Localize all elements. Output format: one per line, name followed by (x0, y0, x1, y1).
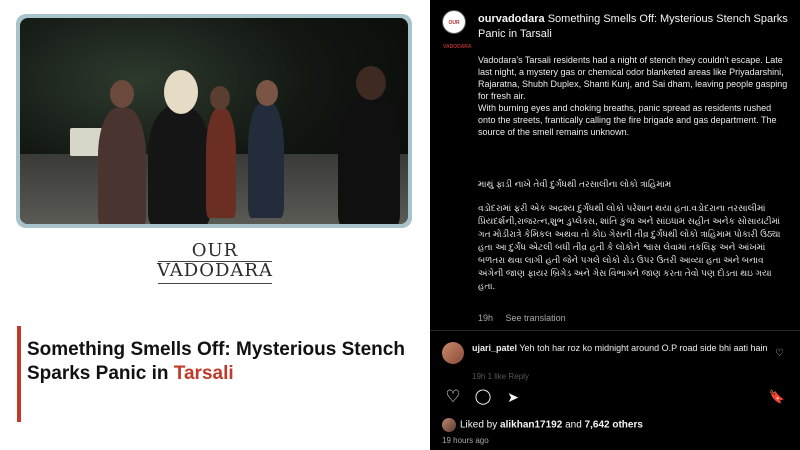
comment-text: ujari_patel Yeh toh har roz ko midnight … (472, 342, 772, 355)
caption-body: Vadodara's Tarsali residents had a night… (478, 54, 788, 138)
photo-frame (16, 14, 412, 228)
gujarati-body: વડોદરામાં ફરી એક અદ્રશ્ય દુર્ગંધથી લોકો … (478, 203, 781, 291)
person-2 (148, 106, 210, 224)
post-timestamp: 19 hours ago (442, 436, 489, 445)
bookmark-icon[interactable]: 🔖 (766, 386, 788, 408)
logo-line2: VADODARA (157, 260, 273, 281)
headline-accent-bar (17, 326, 21, 422)
comment-icon[interactable]: ◯ (472, 386, 494, 408)
liker-avatar[interactable] (442, 418, 456, 432)
see-translation-link[interactable]: See translation (506, 313, 566, 323)
likes-summary: Liked by alikhan17192 and 7,642 others (442, 418, 643, 432)
logo-line1: OUR (191, 240, 239, 261)
liker-username[interactable]: alikhan17192 (500, 420, 562, 431)
like-icon[interactable]: ♡ (442, 386, 464, 408)
person-1-head (110, 80, 134, 108)
instagram-post-panel: OUR VADODARA ourvadodara Something Smell… (430, 0, 800, 450)
news-photo[interactable] (20, 18, 408, 224)
person-1 (98, 108, 146, 224)
caption-time: 19h (478, 313, 494, 323)
post-username[interactable]: ourvadodara (478, 13, 545, 25)
commenter-avatar[interactable] (442, 342, 464, 364)
avatar-text: OUR VADODARA (443, 20, 472, 50)
headline-accent: Tarsali (173, 363, 234, 384)
likes-prefix: Liked by (460, 419, 501, 431)
profile-avatar[interactable]: OUR VADODARA (442, 10, 472, 50)
comment-body: Yeh toh har roz ko midnight around O.P r… (519, 343, 768, 353)
comment-meta: 19h 1 like Reply (472, 372, 529, 381)
logo-rule-bottom (158, 283, 272, 284)
caption-title: ourvadodara Something Smells Off: Myster… (478, 12, 788, 42)
person-5 (338, 94, 400, 224)
person-4-head (256, 80, 278, 106)
person-5-head (356, 66, 386, 100)
person-3 (206, 108, 236, 218)
action-bar: ♡ ◯ ➤ 🔖 (442, 386, 788, 408)
caption-meta: 19h See translation (478, 313, 576, 323)
comment-heart-icon[interactable]: ♡ (775, 348, 784, 359)
likes-middle: and (562, 419, 585, 431)
divider (430, 330, 800, 331)
share-icon[interactable]: ➤ (502, 386, 524, 408)
article-headline: Something Smells Off: Mysterious Stench … (27, 338, 407, 386)
gujarati-caption: માથું ફાડી નાખે તેવી દુર્ગંધથી તરસાલીના … (478, 178, 788, 293)
gujarati-heading: માથું ફાડી નાખે તેવી દુર્ગંધથી તરસાલીના … (478, 179, 672, 189)
caption-paragraph-1: Vadodara's Tarsali residents had a night… (478, 55, 788, 101)
our-vadodara-logo: OUR VADODARA (150, 240, 280, 290)
caption-paragraph-2: With burning eyes and choking breaths, p… (478, 103, 777, 137)
person-4 (248, 102, 284, 218)
person-3-head (210, 86, 230, 110)
article-card: OUR VADODARA Something Smells Off: Myste… (0, 0, 430, 450)
person-2-masked-head (164, 70, 198, 114)
commenter-username[interactable]: ujari_patel (472, 343, 517, 353)
likes-others[interactable]: 7,642 others (585, 420, 643, 431)
